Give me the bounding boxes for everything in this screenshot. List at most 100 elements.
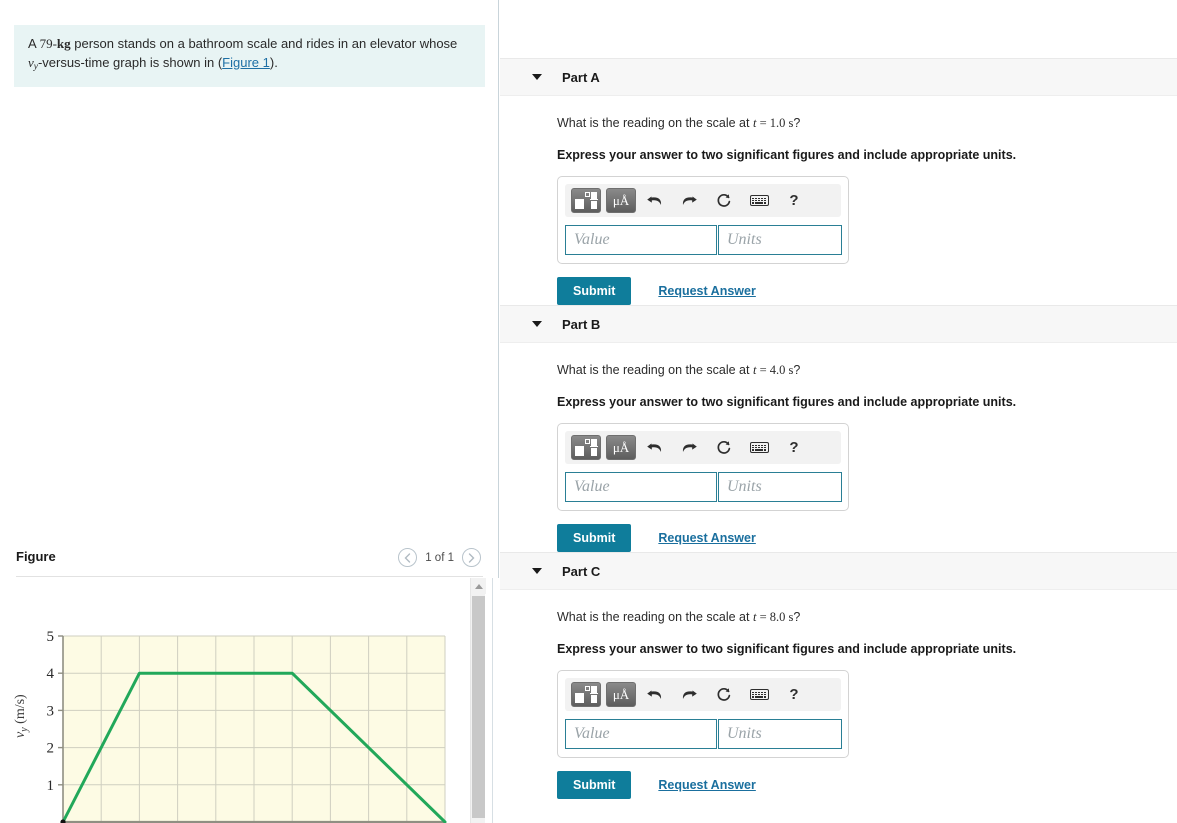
y-tick-label: 2	[47, 741, 55, 757]
figure-navigation: 1 of 1	[398, 548, 481, 567]
reset-button[interactable]	[711, 682, 737, 707]
figure-panel: Figure 1 of 1 1 2 3 4 5 vy (m/s)	[0, 540, 499, 823]
velocity-time-chart: O12345678910 12345 vy (m/s)	[13, 629, 447, 823]
keyboard-button[interactable]	[746, 188, 772, 213]
redo-button[interactable]	[676, 435, 702, 460]
units-button[interactable]: μÅ	[606, 188, 636, 213]
problem-text-3: -versus-time graph is shown in (	[37, 55, 223, 70]
units-input[interactable]	[718, 719, 842, 749]
submit-button[interactable]: Submit	[557, 524, 632, 552]
page-root: A 79-kg person stands on a bathroom scal…	[0, 0, 1177, 823]
question-time-value: 1.0 s	[769, 116, 794, 130]
redo-arrow-icon	[682, 196, 697, 205]
help-button[interactable]: ?	[781, 188, 807, 213]
part-body: What is the reading on the scale at t = …	[500, 96, 1177, 305]
undo-button[interactable]	[641, 682, 667, 707]
chevron-left-icon	[404, 552, 411, 563]
problem-text-2: person stands on a bathroom scale and ri…	[70, 36, 458, 51]
math-template-button[interactable]	[571, 682, 601, 707]
math-template-button[interactable]	[571, 188, 601, 213]
keyboard-button[interactable]	[746, 682, 772, 707]
units-icon-label: μÅ	[612, 687, 630, 702]
y-tick-label: 5	[47, 629, 55, 645]
units-input[interactable]	[718, 472, 842, 502]
redo-button[interactable]	[676, 682, 702, 707]
request-answer-link[interactable]: Request Answer	[658, 284, 755, 298]
value-input[interactable]	[565, 225, 717, 255]
help-icon-label: ?	[789, 686, 799, 703]
part-collapse-caret[interactable]	[532, 321, 542, 327]
help-icon-label: ?	[789, 439, 799, 456]
problem-mass-value: 79-	[39, 36, 57, 51]
reset-button[interactable]	[711, 435, 737, 460]
undo-button[interactable]	[641, 188, 667, 213]
part-label: Part A	[562, 69, 600, 85]
answer-input-widget: μÅ ? Value Units	[557, 176, 849, 264]
chart-y-axis-label: vy (m/s)	[13, 694, 30, 738]
reset-circle-icon	[717, 193, 731, 207]
answer-toolbar: μÅ ?	[565, 184, 841, 217]
answer-fields	[565, 472, 842, 502]
request-answer-link[interactable]: Request Answer	[658, 778, 755, 792]
part-header-part-c[interactable]: Part C	[500, 552, 1177, 590]
part-collapse-caret[interactable]	[532, 568, 542, 574]
reset-circle-icon	[717, 440, 731, 454]
value-input[interactable]	[565, 472, 717, 502]
units-button[interactable]: μÅ	[606, 682, 636, 707]
help-button[interactable]: ?	[781, 435, 807, 460]
question-time-value: 4.0 s	[769, 363, 794, 377]
part-label: Part B	[562, 316, 601, 332]
part-header-part-a[interactable]: Part A	[500, 58, 1177, 96]
figure-body: O12345678910 12345 vy (m/s)	[0, 578, 499, 823]
question-instruction: Express your answer to two significant f…	[557, 395, 1017, 409]
answer-fields	[565, 719, 842, 749]
part-body: What is the reading on the scale at t = …	[500, 590, 1177, 799]
units-input[interactable]	[718, 225, 842, 255]
figure-header: Figure 1 of 1	[0, 540, 499, 577]
answer-toolbar: μÅ ?	[565, 678, 841, 711]
figure-counter: 1 of 1	[425, 551, 454, 564]
value-input[interactable]	[565, 719, 717, 749]
figure-divider	[16, 576, 483, 577]
math-template-icon	[575, 192, 598, 209]
question-text: What is the reading on the scale at t = …	[557, 363, 1177, 378]
math-template-button[interactable]	[571, 435, 601, 460]
part-collapse-caret[interactable]	[532, 74, 542, 80]
y-tick-label: 3	[47, 703, 55, 719]
problem-mass-unit: kg	[56, 36, 71, 51]
question-prefix: What is the reading on the scale at	[557, 363, 753, 377]
question-prefix: What is the reading on the scale at	[557, 610, 753, 624]
answer-actions: Submit Request Answer	[557, 524, 1177, 552]
keyboard-icon	[749, 442, 769, 453]
question-instruction: Express your answer to two significant f…	[557, 642, 1017, 656]
scroll-up-icon[interactable]	[471, 578, 486, 594]
figure-title: Figure	[16, 549, 56, 564]
redo-button[interactable]	[676, 188, 702, 213]
part-section-part-a: Part A What is the reading on the scale …	[500, 58, 1177, 305]
part-header-part-b[interactable]: Part B	[500, 305, 1177, 343]
undo-arrow-icon	[646, 443, 661, 452]
help-button[interactable]: ?	[781, 682, 807, 707]
scrollbar-thumb[interactable]	[472, 596, 485, 818]
submit-button[interactable]: Submit	[557, 771, 632, 799]
reset-button[interactable]	[711, 188, 737, 213]
figure-1-link[interactable]: Figure 1	[222, 55, 270, 70]
question-equals: =	[756, 610, 770, 624]
undo-button[interactable]	[641, 435, 667, 460]
keyboard-button[interactable]	[746, 435, 772, 460]
figure-prev-button[interactable]	[398, 548, 418, 567]
units-button[interactable]: μÅ	[606, 435, 636, 460]
submit-button[interactable]: Submit	[557, 277, 632, 305]
question-equals: =	[756, 363, 770, 377]
part-label: Part C	[562, 563, 601, 579]
y-tick-label: 4	[47, 666, 55, 682]
math-template-icon	[575, 439, 598, 456]
reset-circle-icon	[717, 687, 731, 701]
undo-arrow-icon	[646, 196, 661, 205]
request-answer-link[interactable]: Request Answer	[658, 531, 755, 545]
part-body: What is the reading on the scale at t = …	[500, 343, 1177, 552]
redo-arrow-icon	[682, 690, 697, 699]
figure-next-button[interactable]	[462, 548, 481, 567]
figure-scrollbar[interactable]	[470, 578, 486, 823]
chart-y-tick-labels: 1 2 3 4 5	[47, 629, 55, 794]
